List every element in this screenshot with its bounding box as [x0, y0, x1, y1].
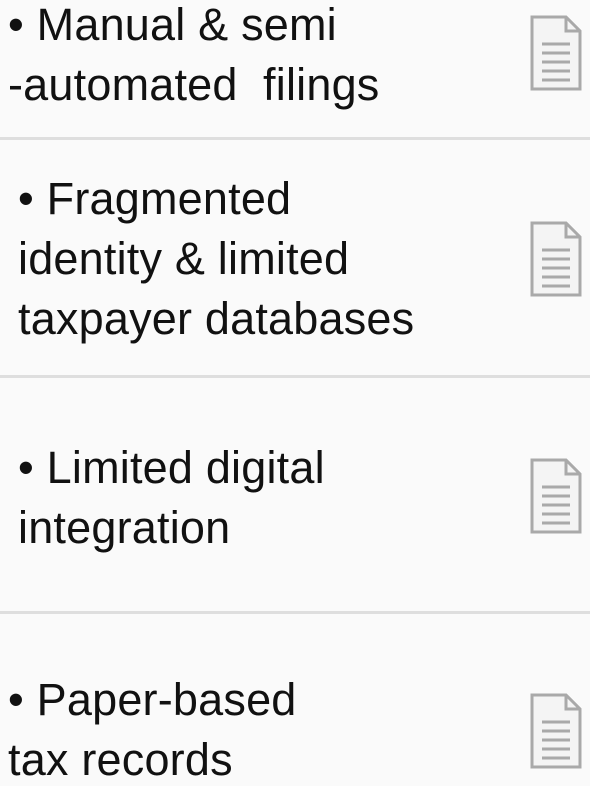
item-2-line-3: taxpayer databases [18, 293, 415, 344]
item-4-line-2: tax records [8, 734, 233, 785]
divider [0, 375, 590, 378]
bullet-list-panel: • Manual & semi -automated filings • Fra… [0, 0, 590, 786]
document-icon [528, 457, 584, 535]
item-3-line-1: • Limited digital [18, 442, 325, 493]
divider [0, 137, 590, 140]
document-icon [528, 14, 584, 92]
document-icon [528, 692, 584, 770]
divider [0, 611, 590, 614]
document-icon [528, 220, 584, 298]
item-3-line-2: integration [18, 502, 231, 553]
item-1-line-2: -automated filings [8, 59, 380, 110]
item-2-line-1: • Fragmented [18, 173, 292, 224]
item-2-line-2: identity & limited [18, 233, 350, 284]
item-1-line-1: • Manual & semi [8, 0, 337, 50]
item-4-line-1: • Paper-based [8, 674, 297, 725]
